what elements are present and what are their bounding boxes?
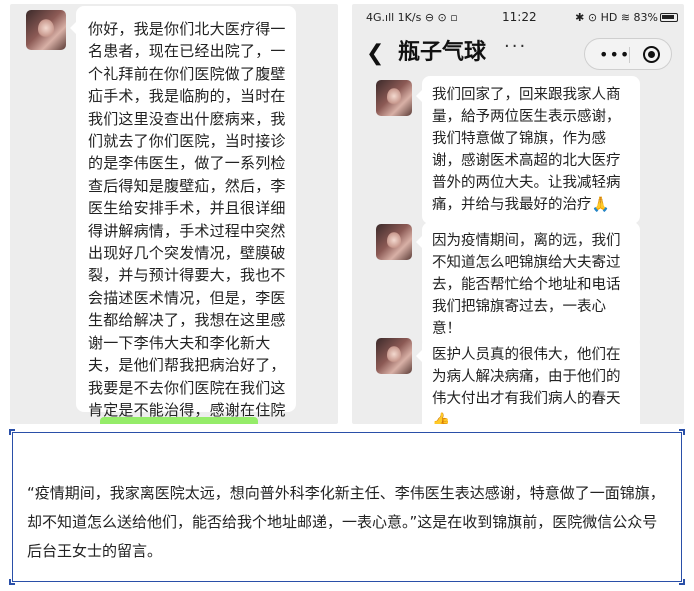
avatar[interactable] <box>26 10 66 50</box>
avatar[interactable] <box>376 338 412 374</box>
message-text: 你好，我是你们北大医疗得一名患者，现在已经出院了，一个礼拜前在你们医院做了腹壁疝… <box>88 20 286 424</box>
caption-box: “疫情期间，我家离医院太远，想向普外科李化新主任、李伟医生表达感谢，特意做了一面… <box>9 429 685 585</box>
corner-mark <box>679 579 685 585</box>
status-bar: 4G.ıll 1K/s ⊖ ⊙ ▫ 11:22 ✱ ⊙ HD ≋ 83% <box>352 4 684 30</box>
screenshots-panel: 你好，我是你们北大医疗得一名患者，现在已经出院了，一个礼拜前在你们医院做了腹壁疝… <box>10 4 684 424</box>
corner-mark <box>9 429 15 435</box>
status-time: 11:22 <box>502 10 537 24</box>
avatar[interactable] <box>376 224 412 260</box>
left-chat-screenshot: 你好，我是你们北大医疗得一名患者，现在已经出院了，一个礼拜前在你们医院做了腹壁疝… <box>10 4 338 424</box>
message-text: 因为疫情期间，离的远，我们不知道怎么吧锦旗给大夫寄过去，能否帮忙给个地址和电话我… <box>432 233 621 337</box>
nav-bar: ❮ 瓶子气球 ··· ••• <box>352 34 684 74</box>
close-target-icon[interactable] <box>643 46 660 63</box>
back-arrow-icon[interactable]: ❮ <box>366 42 384 66</box>
chat-title: 瓶子气球 <box>398 40 487 65</box>
message-bubble[interactable]: 因为疫情期间，离的远，我们不知道怎么吧锦旗给大夫寄过去，能否帮忙给个地址和电话我… <box>416 222 640 348</box>
capsule-divider <box>629 47 630 63</box>
message-text: 医护人员真的很伟大，他们在为病人解决病痛，由于他们的伟大付出才有我们病人的春天👍 <box>432 347 621 424</box>
caption-text: “疫情期间，我家离医院太远，想向普外科李化新主任、李伟医生表达感谢，特意做了一面… <box>27 484 665 560</box>
status-indicators: ✱ ⊙ HD ≋ 83% <box>575 11 658 24</box>
message-bubble[interactable]: 医护人员真的很伟大，他们在为病人解决病痛，由于他们的伟大付出才有我们病人的春天👍 <box>416 336 640 424</box>
more-menu-icon[interactable]: ••• <box>599 45 630 64</box>
title-more-icon[interactable]: ··· <box>504 36 527 57</box>
message-text: 我们回家了，回来跟我家人商量，給予两位医生表示感谢，我们特意做了锦旗，作为感谢，… <box>432 87 621 213</box>
message-bubble[interactable]: 我们回家了，回来跟我家人商量，給予两位医生表示感谢，我们特意做了锦旗，作为感谢，… <box>416 76 640 224</box>
corner-mark <box>679 429 685 435</box>
outgoing-bubble-partial <box>100 417 258 424</box>
right-chat-screenshot: 4G.ıll 1K/s ⊖ ⊙ ▫ 11:22 ✱ ⊙ HD ≋ 83% ❮ 瓶… <box>352 4 684 424</box>
avatar[interactable] <box>376 80 412 116</box>
battery-icon <box>660 13 678 22</box>
status-network: 4G.ıll 1K/s ⊖ ⊙ ▫ <box>366 11 458 24</box>
message-bubble[interactable]: 你好，我是你们北大医疗得一名患者，现在已经出院了，一个礼拜前在你们医院做了腹壁疝… <box>70 6 296 424</box>
corner-mark <box>9 579 15 585</box>
miniprogram-capsule: ••• <box>584 38 672 70</box>
